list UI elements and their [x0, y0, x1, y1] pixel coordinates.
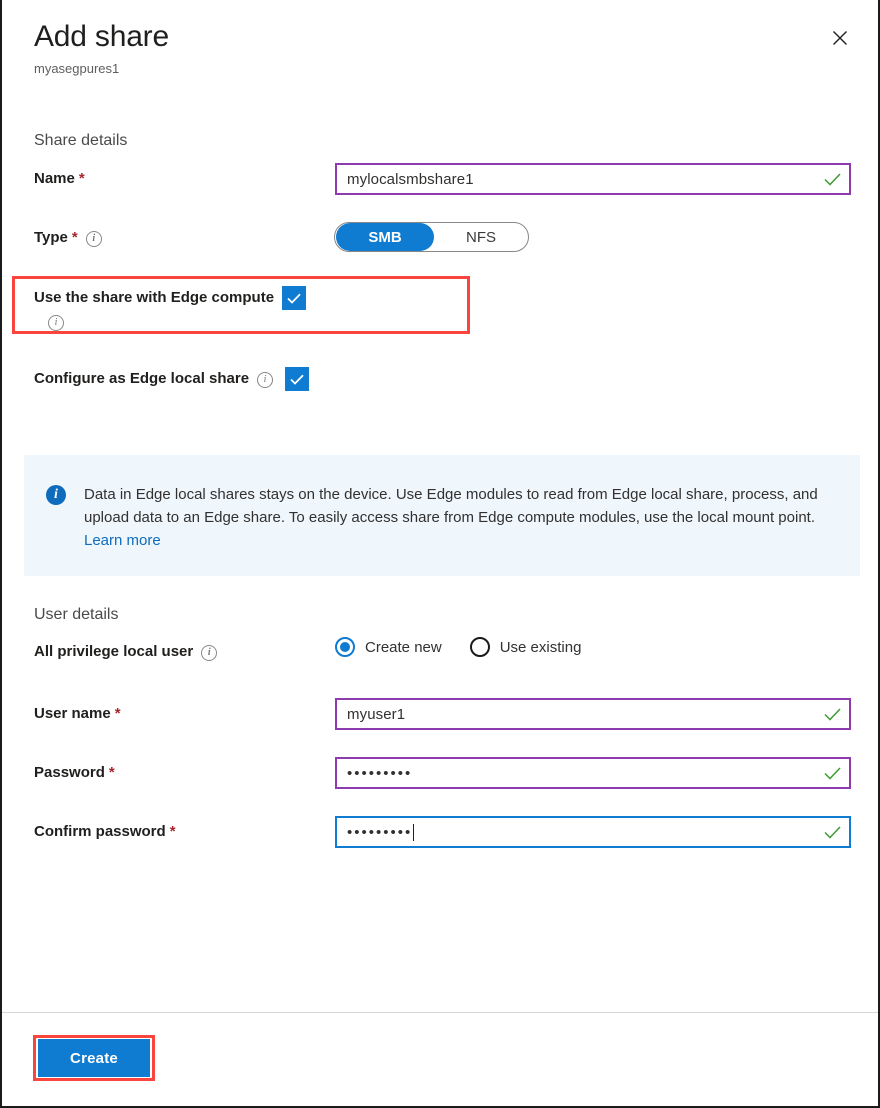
name-row: Name *	[2, 168, 85, 202]
password-row: Password *	[2, 762, 115, 796]
required-asterisk: *	[71, 229, 78, 246]
required-asterisk: *	[108, 764, 115, 781]
all-privilege-user-label: All privilege local user i	[34, 641, 218, 663]
user-name-valid-checkmark-icon	[824, 707, 841, 721]
name-valid-checkmark-icon	[824, 172, 841, 186]
radio-selected-icon	[335, 637, 355, 657]
panel-header: Add share myasegpures1	[2, 0, 878, 78]
edge-compute-info-icon[interactable]: i	[48, 315, 64, 331]
password-field[interactable]: •••••••••	[335, 757, 851, 789]
type-label: Type * i	[34, 227, 102, 249]
confirm-password-row: Confirm password *	[2, 821, 176, 855]
name-label: Name *	[34, 168, 85, 190]
create-button[interactable]: Create	[38, 1039, 150, 1077]
confirm-password-field[interactable]: •••••••••	[335, 816, 851, 848]
user-details-section-label: User details	[34, 606, 119, 623]
required-asterisk: *	[78, 170, 85, 187]
user-mode-radio-group: Create new Use existing	[335, 637, 581, 657]
edge-local-share-checkbox[interactable]	[285, 367, 310, 391]
share-type-option-nfs[interactable]: NFS	[434, 223, 528, 251]
user-name-input[interactable]	[347, 700, 816, 728]
confirm-password-input[interactable]: •••••••••	[347, 823, 816, 841]
edge-compute-row: Use the share with Edge compute i	[34, 286, 454, 331]
name-field[interactable]	[335, 163, 851, 195]
close-button[interactable]	[824, 22, 856, 54]
learn-more-link[interactable]: Learn more	[84, 532, 161, 549]
share-details-section-label: Share details	[34, 132, 128, 149]
type-row: Type * i	[2, 227, 102, 261]
radio-create-new[interactable]: Create new	[335, 637, 442, 657]
text-caret	[413, 823, 415, 841]
edge-compute-label: Use the share with Edge compute	[34, 289, 275, 306]
checkmark-icon	[287, 293, 301, 304]
page-subtitle: myasegpures1	[34, 61, 120, 76]
close-icon	[833, 31, 847, 45]
user-name-row: User name *	[2, 703, 121, 737]
user-name-label: User name *	[34, 703, 121, 725]
edge-local-share-label: Configure as Edge local share	[34, 370, 250, 387]
radio-unselected-icon	[469, 637, 490, 657]
password-input[interactable]: •••••••••	[347, 765, 816, 782]
info-banner-body: Data in Edge local shares stays on the d…	[84, 486, 818, 526]
required-asterisk: *	[169, 823, 176, 840]
edge-local-share-info-icon[interactable]: i	[257, 372, 274, 388]
all-privilege-user-row: All privilege local user i	[2, 641, 218, 675]
all-privilege-user-info-icon[interactable]: i	[201, 645, 218, 661]
add-share-panel: Add share myasegpures1 Share details Nam…	[0, 0, 880, 1108]
info-banner-text: Data in Edge local shares stays on the d…	[84, 483, 820, 552]
footer-divider	[2, 1012, 878, 1013]
password-valid-checkmark-icon	[824, 766, 841, 780]
password-label: Password *	[34, 762, 115, 784]
info-banner: i Data in Edge local shares stays on the…	[24, 455, 860, 576]
type-info-icon[interactable]: i	[85, 231, 102, 247]
page-title: Add share	[34, 20, 169, 53]
edge-local-share-row: Configure as Edge local share i	[34, 367, 310, 391]
edge-compute-checkbox[interactable]	[282, 286, 307, 310]
share-type-toggle[interactable]: SMB NFS	[334, 222, 529, 252]
confirm-password-valid-checkmark-icon	[824, 825, 841, 839]
name-input[interactable]	[347, 165, 816, 193]
checkmark-icon	[290, 374, 304, 385]
confirm-password-label: Confirm password *	[34, 821, 176, 843]
radio-use-existing[interactable]: Use existing	[469, 637, 581, 657]
required-asterisk: *	[114, 705, 121, 722]
share-type-option-smb[interactable]: SMB	[336, 223, 434, 251]
user-name-field[interactable]	[335, 698, 851, 730]
info-filled-icon: i	[46, 485, 66, 505]
